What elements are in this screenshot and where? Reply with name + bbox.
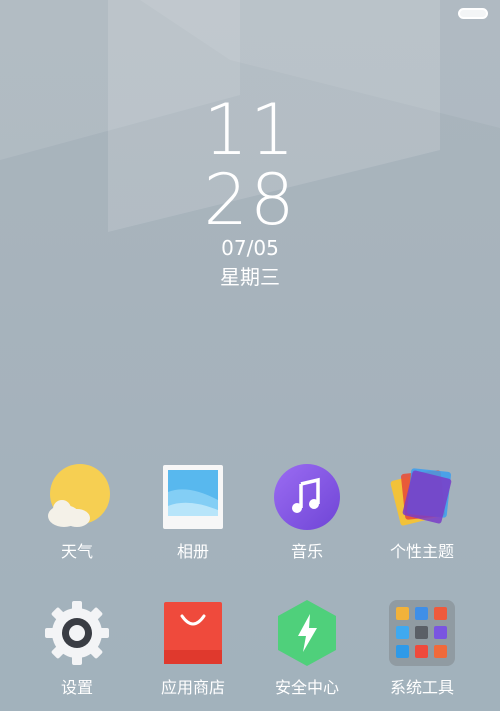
app-settings[interactable]: 设置	[22, 598, 132, 698]
app-themes-label: 个性主题	[389, 542, 454, 561]
app-security[interactable]: 安全中心	[252, 598, 362, 698]
gallery-icon	[158, 462, 228, 532]
app-security-label: 安全中心	[274, 678, 339, 697]
app-gallery[interactable]: 相册	[138, 462, 248, 562]
app-themes[interactable]: 个性主题	[367, 462, 477, 562]
weather-icon	[42, 462, 112, 532]
app-music[interactable]: 音乐	[252, 462, 362, 562]
settings-icon	[42, 598, 112, 668]
clock-minute: 28	[203, 159, 297, 241]
app-tools-folder-label: 系统工具	[389, 678, 454, 697]
security-icon	[272, 598, 342, 668]
app-tools-folder[interactable]: 系统工具	[367, 598, 477, 698]
themes-icon	[387, 462, 457, 532]
app-store[interactable]: 应用商店	[138, 598, 248, 698]
weekday-text: 星期三	[220, 265, 280, 289]
app-settings-label: 设置	[60, 678, 93, 697]
app-weather-label: 天气	[60, 542, 93, 561]
music-icon	[272, 462, 342, 532]
app-gallery-label: 相册	[176, 542, 209, 561]
app-weather[interactable]: 天气	[22, 462, 132, 562]
app-music-label: 音乐	[290, 542, 323, 561]
tools-folder-icon	[387, 598, 457, 668]
battery-icon	[458, 8, 488, 19]
clock-hour: 11	[203, 89, 297, 171]
date-text: 07/05	[221, 236, 279, 260]
app-store-label: 应用商店	[160, 678, 225, 697]
app-store-icon	[158, 598, 228, 668]
